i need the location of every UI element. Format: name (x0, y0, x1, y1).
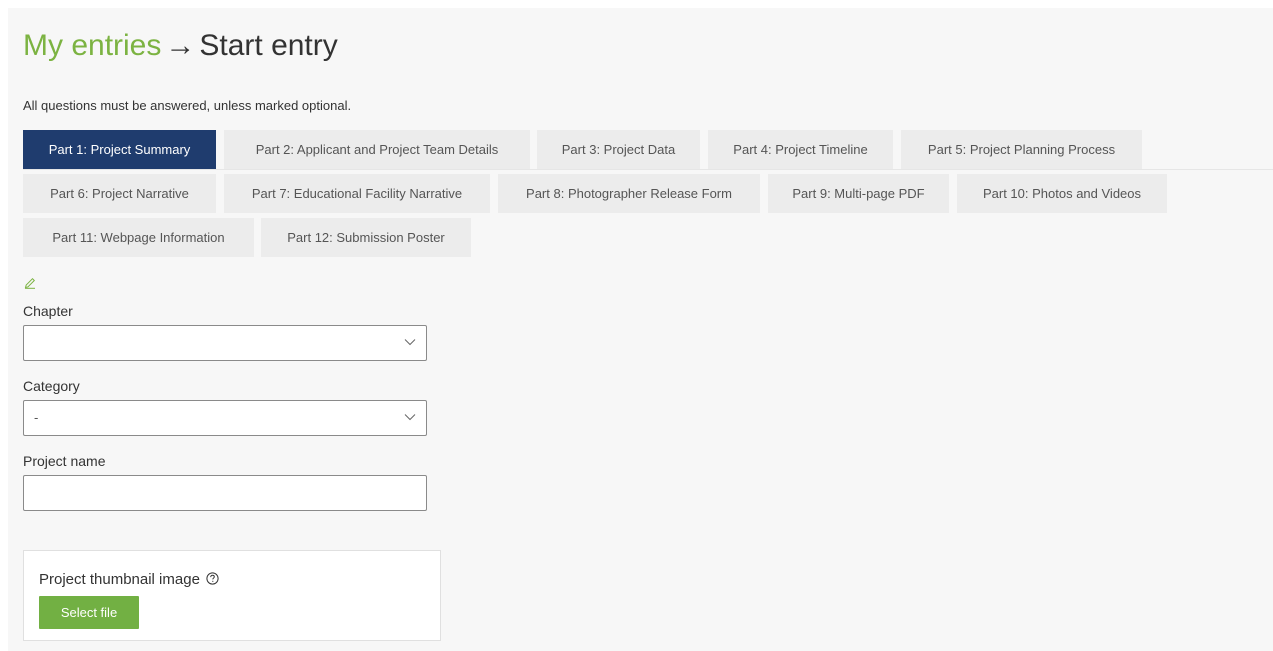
tab-part-9[interactable]: Part 9: Multi-page PDF (768, 174, 949, 213)
breadcrumb-my-entries-link[interactable]: My entries (23, 29, 161, 62)
page-background: My entries → Start entry All questions mus… (8, 8, 1273, 651)
tab-part-2[interactable]: Part 2: Applicant and Project Team Detai… (224, 130, 530, 169)
tab-part-1[interactable]: Part 1: Project Summary (23, 130, 216, 169)
project-name-input[interactable] (23, 475, 427, 511)
chapter-label: Chapter (23, 303, 73, 319)
thumbnail-upload-card: Project thumbnail image Select file (23, 550, 441, 641)
category-label: Category (23, 378, 80, 394)
pencil-icon[interactable] (24, 277, 36, 289)
tab-divider (23, 169, 1273, 170)
thumbnail-label: Project thumbnail image (39, 571, 219, 588)
page-title: My entries → Start entry (23, 22, 338, 70)
help-circle-icon[interactable] (206, 572, 219, 585)
breadcrumb-current: Start entry (199, 29, 338, 62)
breadcrumb-arrow: → (165, 29, 196, 62)
required-notice: All questions must be answered, unless m… (23, 98, 352, 113)
tab-part-12[interactable]: Part 12: Submission Poster (261, 218, 471, 257)
tab-part-4[interactable]: Part 4: Project Timeline (708, 130, 893, 169)
tab-part-8[interactable]: Part 8: Photographer Release Form (498, 174, 760, 213)
thumbnail-label-text: Project thumbnail image (39, 571, 200, 588)
chapter-select[interactable] (23, 325, 427, 361)
tab-part-7[interactable]: Part 7: Educational Facility Narrative (224, 174, 490, 213)
tab-part-3[interactable]: Part 3: Project Data (537, 130, 700, 169)
chevron-down-icon (404, 414, 416, 421)
chevron-down-icon (404, 339, 416, 346)
category-value: - (34, 410, 39, 425)
tab-part-10[interactable]: Part 10: Photos and Videos (957, 174, 1167, 213)
category-select[interactable]: - (23, 400, 427, 436)
tab-part-11[interactable]: Part 11: Webpage Information (23, 218, 254, 257)
select-file-button[interactable]: Select file (39, 596, 139, 629)
tab-part-6[interactable]: Part 6: Project Narrative (23, 174, 216, 213)
tab-part-5[interactable]: Part 5: Project Planning Process (901, 130, 1142, 169)
project-name-label: Project name (23, 453, 106, 469)
